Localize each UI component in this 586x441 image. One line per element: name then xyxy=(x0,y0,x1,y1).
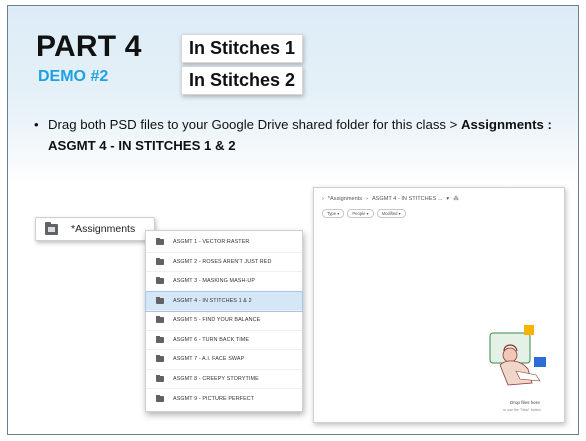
filter-type[interactable]: Type ▾ xyxy=(322,209,345,218)
assignments-folder-label: *Assignments xyxy=(71,223,136,235)
folder-row-label: ASGMT 9 - PICTURE PERFECT xyxy=(173,395,255,402)
folder-row-asgmt-9[interactable]: ASGMT 9 - PICTURE PERFECT xyxy=(146,389,302,409)
folder-icon xyxy=(156,316,164,324)
folder-row-label: ASGMT 5 - FIND YOUR BALANCE xyxy=(173,317,261,324)
folder-row-asgmt-6[interactable]: ASGMT 6 - TURN BACK TIME xyxy=(146,331,302,350)
breadcrumb-current-folder[interactable]: ASGMT 4 - IN STITCHES ... xyxy=(372,196,442,202)
shared-folder-icon: ⁂ xyxy=(453,196,459,202)
assignments-folder[interactable]: *Assignments xyxy=(35,217,155,241)
folder-row-label: ASGMT 1 - VECTOR:RASTER xyxy=(173,239,250,246)
folder-row-label: ASGMT 8 - CREEPY STORYTIME xyxy=(173,375,259,382)
breadcrumb: › *Assignments › ASGMT 4 - IN STITCHES .… xyxy=(322,196,459,202)
folder-icon xyxy=(156,277,164,285)
folder-icon xyxy=(156,355,164,363)
folder-icon xyxy=(156,296,164,304)
instruction-bullet: • Drag both PSD files to your Google Dri… xyxy=(34,114,554,156)
slide: PART 4 DEMO #2 In Stitches 1 In Stitches… xyxy=(7,5,579,435)
folder-row-asgmt-7[interactable]: ASGMT 7 - A.I. FACE SWAP xyxy=(146,350,302,370)
folder-icon xyxy=(156,394,164,402)
drop-files-subtitle: or use the "New" button xyxy=(503,408,541,412)
breadcrumb-separator: › xyxy=(322,196,324,202)
folder-icon xyxy=(45,221,58,235)
folder-icon xyxy=(156,335,164,343)
folder-row-asgmt-8[interactable]: ASGMT 8 - CREEPY STORYTIME xyxy=(146,370,302,389)
filter-bar: Type ▾ People ▾ Modified ▾ xyxy=(322,209,406,218)
filter-people[interactable]: People ▾ xyxy=(347,209,374,218)
breadcrumb-separator: › xyxy=(366,196,368,202)
demo-label: DEMO #2 xyxy=(38,68,109,85)
drop-files-title: Drop files here xyxy=(510,400,540,405)
bullet-marker: • xyxy=(34,117,39,132)
folder-row-asgmt-5[interactable]: ASGMT 5 - FIND YOUR BALANCE xyxy=(146,311,302,331)
folder-icon xyxy=(156,257,164,265)
part-title: PART 4 xyxy=(36,30,142,63)
folder-row-asgmt-3[interactable]: ASGMT 3 - MASKING MASH-UP xyxy=(146,272,302,292)
psd-file-chip-2[interactable]: In Stitches 2 xyxy=(181,66,304,95)
drop-files-illustration-icon xyxy=(489,325,546,386)
psd-file-chip-1[interactable]: In Stitches 1 xyxy=(181,34,304,63)
folder-row-label: ASGMT 6 - TURN BACK TIME xyxy=(173,336,250,343)
instruction-text: Drag both PSD files to your Google Drive… xyxy=(48,117,462,132)
drive-window[interactable]: › *Assignments › ASGMT 4 - IN STITCHES .… xyxy=(313,187,565,423)
breadcrumb-assignments[interactable]: *Assignments xyxy=(328,196,362,202)
folder-icon xyxy=(156,238,164,246)
folder-row-label: ASGMT 3 - MASKING MASH-UP xyxy=(173,278,256,285)
folder-row-label: ASGMT 4 - IN STITCHES 1 & 2 xyxy=(173,297,252,304)
folder-row-asgmt-4[interactable]: ASGMT 4 - IN STITCHES 1 & 2 xyxy=(145,290,303,312)
folder-row-asgmt-2[interactable]: ASGMT 2 - ROSES AREN'T JUST RED xyxy=(146,253,302,272)
filter-modified[interactable]: Modified ▾ xyxy=(376,209,406,218)
folder-row-label: ASGMT 7 - A.I. FACE SWAP xyxy=(173,356,245,363)
assignment-folder-list: ASGMT 1 - VECTOR:RASTER ASGMT 2 - ROSES … xyxy=(145,230,303,412)
folder-row-asgmt-1[interactable]: ASGMT 1 - VECTOR:RASTER xyxy=(146,233,302,253)
folder-icon xyxy=(156,374,164,382)
chevron-down-icon[interactable]: ▾ xyxy=(446,196,449,202)
folder-row-label: ASGMT 2 - ROSES AREN'T JUST RED xyxy=(173,258,272,265)
